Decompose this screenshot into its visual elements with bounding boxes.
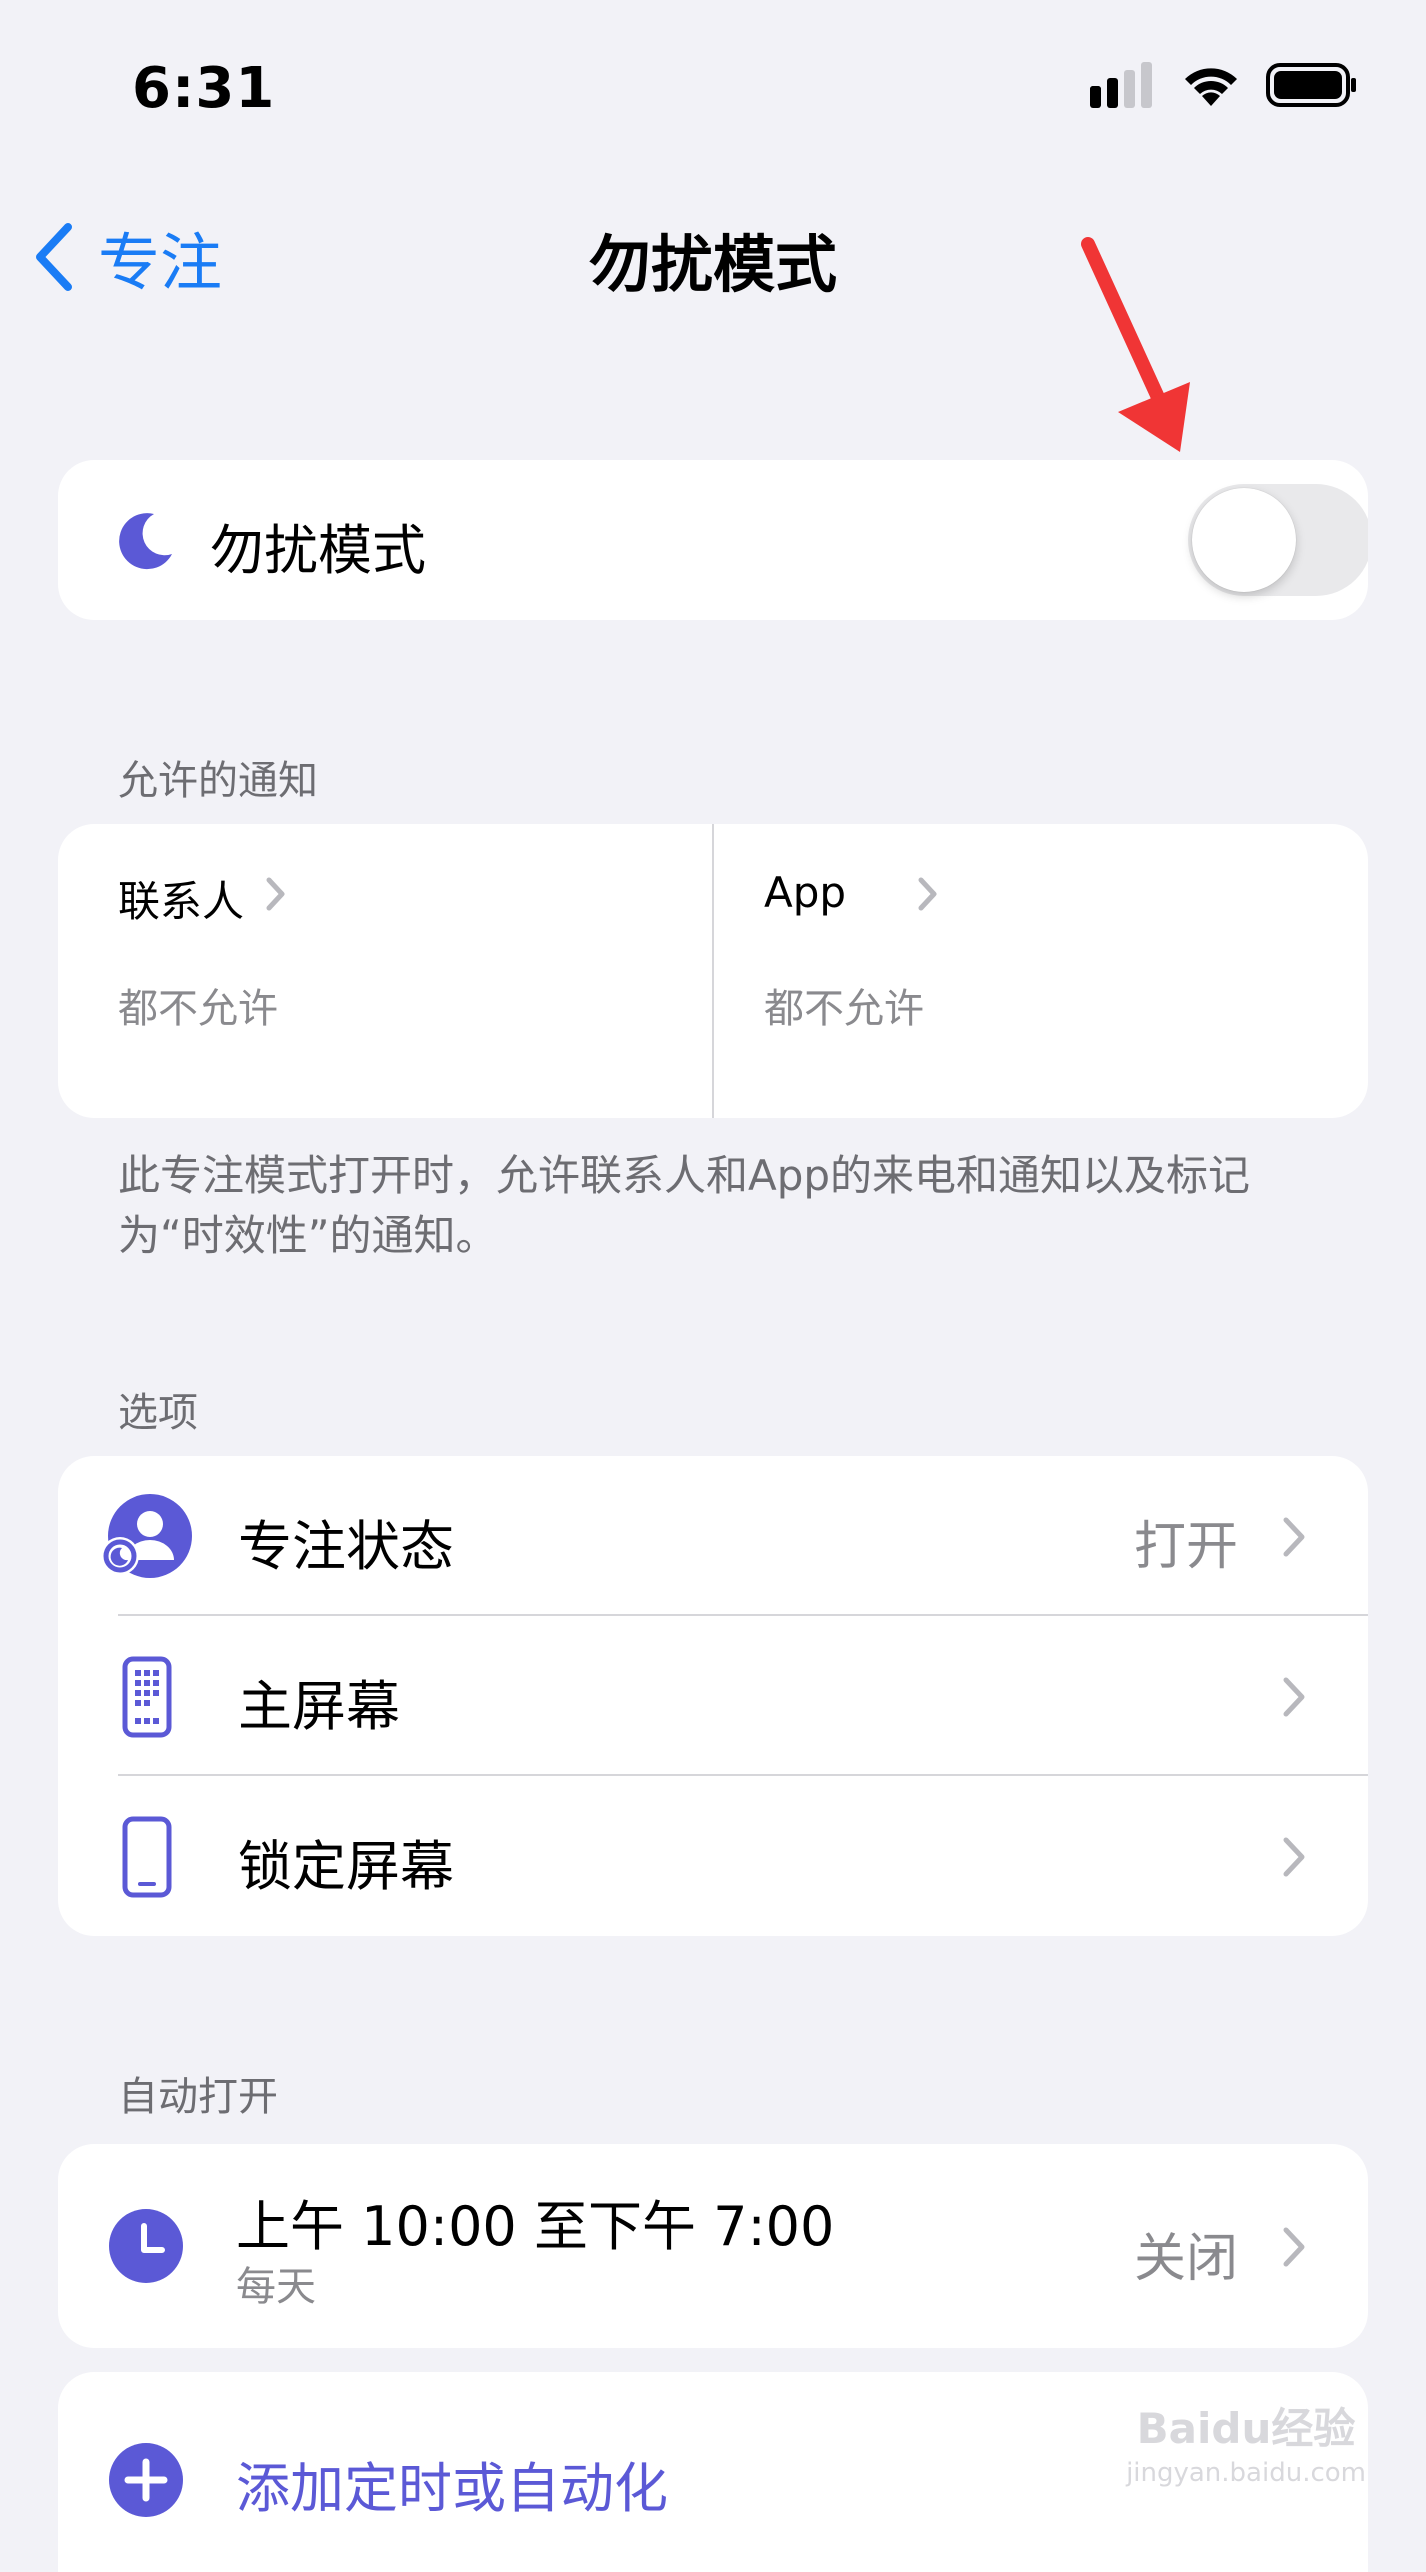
option-label: 锁定屏幕 — [238, 1835, 454, 1898]
cellular-signal-icon — [1090, 62, 1152, 108]
battery-icon — [1266, 63, 1356, 107]
chevron-right-icon — [1283, 2227, 1305, 2267]
focus-toggle-card: 勿扰模式 — [58, 460, 1368, 620]
watermark: Baidu经验 jingyan.baidu.com — [1126, 2407, 1366, 2495]
chevron-right-icon — [1283, 1837, 1305, 1877]
schedule-title: 上午 10:00 至下午 7:00 — [236, 2195, 835, 2258]
schedule-card[interactable]: 上午 10:00 至下午 7:00 每天 关闭 — [58, 2144, 1368, 2348]
option-row-home-screen[interactable]: 主屏幕 — [58, 1616, 1368, 1776]
focus-toggle-label: 勿扰模式 — [210, 519, 426, 582]
focus-status-icon — [101, 1494, 192, 1578]
schedule-subtitle: 每天 — [236, 2264, 316, 2310]
allowed-people-tile[interactable]: 联系人 都不允许 — [58, 824, 712, 1118]
apps-value: 都不允许 — [764, 986, 924, 1032]
wifi-icon — [1185, 68, 1237, 106]
status-icons — [1090, 62, 1358, 108]
chevron-right-icon — [918, 877, 937, 911]
focus-toggle-switch[interactable] — [1188, 484, 1368, 596]
annotation-arrow-icon — [1081, 237, 1190, 452]
watermark-brand: Baidu经验 — [1136, 2404, 1356, 2453]
option-label: 主屏幕 — [238, 1675, 400, 1738]
moon-icon — [119, 513, 172, 570]
add-automation-label: 添加定时或自动化 — [236, 2457, 668, 2520]
option-label: 专注状态 — [238, 1515, 454, 1578]
chevron-right-icon — [1283, 1517, 1305, 1557]
allowed-apps-tile[interactable]: App 都不允许 — [714, 824, 1368, 1118]
chevron-right-icon — [1283, 1677, 1305, 1717]
section-label-auto: 自动打开 — [118, 2074, 278, 2120]
schedule-value: 关闭 — [1133, 2229, 1238, 2289]
option-row-focus-status[interactable]: 专注状态 打开 — [58, 1456, 1368, 1616]
clock-icon — [109, 2209, 183, 2283]
status-time: 6:31 — [132, 56, 276, 121]
people-value: 都不允许 — [118, 986, 278, 1032]
allowed-note: 此专注模式打开时，允许联系人和App的来电和通知以及标记为“时效性”的通知。 — [118, 1151, 1251, 1260]
section-label-options: 选项 — [118, 1390, 198, 1436]
page-title: 勿扰模式 — [588, 228, 837, 301]
section-label-allowed: 允许的通知 — [118, 758, 318, 804]
toggle-knob — [1192, 488, 1296, 592]
option-value: 打开 — [1133, 1517, 1238, 1577]
options-card: 专注状态 打开 主屏幕 锁定屏幕 — [58, 1456, 1368, 1936]
home-screen-icon — [122, 1656, 172, 1738]
chevron-right-icon — [266, 877, 285, 911]
lock-screen-icon — [122, 1816, 172, 1898]
apps-title: App — [764, 868, 847, 917]
option-row-lock-screen[interactable]: 锁定屏幕 — [58, 1776, 1368, 1936]
allowed-card: 联系人 都不允许 App 都不允许 — [58, 824, 1368, 1118]
people-title: 联系人 — [118, 877, 245, 926]
watermark-url: jingyan.baidu.com — [1126, 2458, 1366, 2488]
plus-circle-icon — [109, 2443, 183, 2517]
